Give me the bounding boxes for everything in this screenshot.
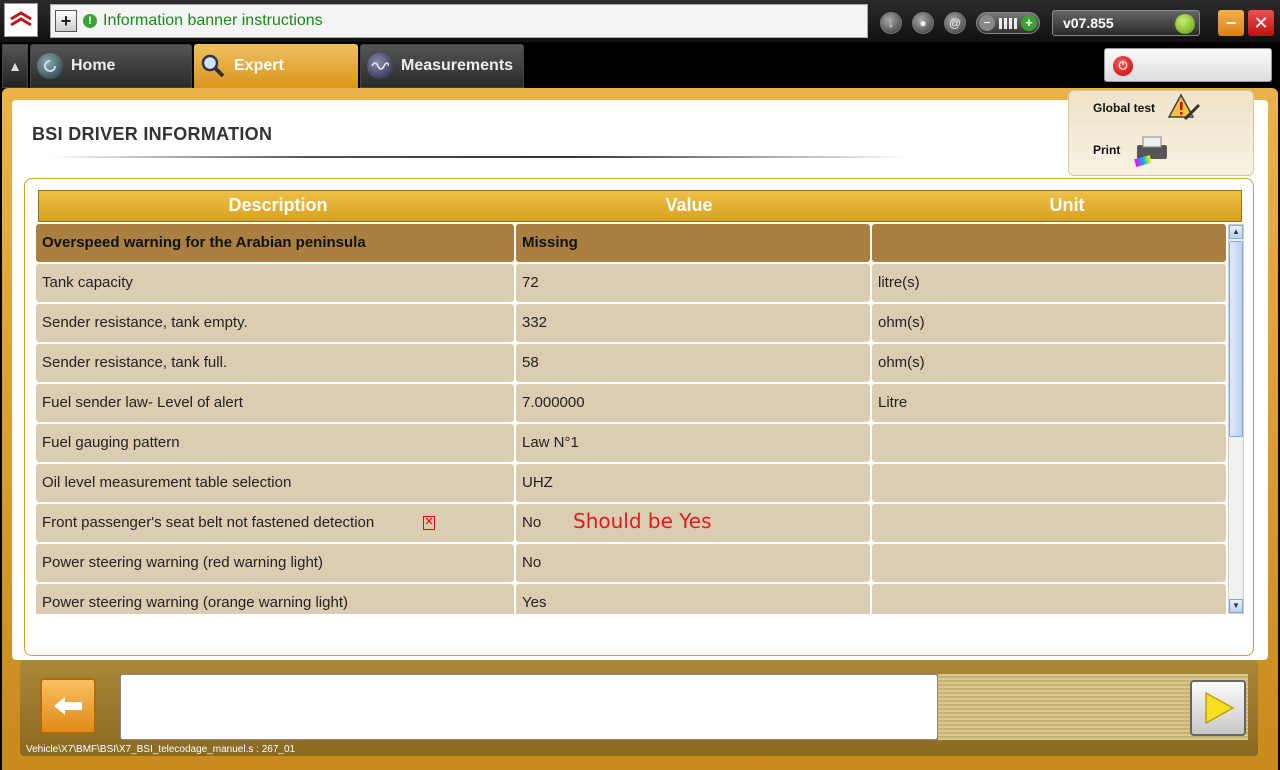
tab-measurements-label: Measurements <box>401 57 514 74</box>
expand-plus-icon[interactable]: + <box>55 10 77 32</box>
cell-value: UHZ <box>516 464 870 502</box>
back-button[interactable] <box>40 678 96 734</box>
play-right-icon <box>1205 691 1235 725</box>
cell-value: Law N°1 <box>516 424 870 462</box>
global-test-button[interactable]: Global test <box>1093 101 1155 115</box>
cell-unit <box>872 544 1226 582</box>
scroll-down-chevron-icon[interactable]: ▼ <box>1229 599 1243 613</box>
table-row[interactable]: Oil level measurement table selection UH… <box>36 464 1228 502</box>
cell-value: 7.000000 <box>516 384 870 422</box>
cell-description: Sender resistance, tank empty. <box>36 304 514 342</box>
scroll-up-chevron-icon[interactable]: ▲ <box>1229 225 1243 239</box>
volume-up-icon[interactable]: + <box>1021 15 1037 31</box>
power-icon[interactable]: ⏻ <box>1113 56 1133 76</box>
user-icon[interactable]: ● <box>912 12 934 34</box>
table-row[interactable]: Tank capacity 72 litre(s) <box>36 264 1228 302</box>
print-button[interactable]: Print <box>1093 143 1120 157</box>
cell-value: No <box>516 544 870 582</box>
cell-unit: litre(s) <box>872 264 1226 302</box>
tab-home-label: Home <box>71 57 116 74</box>
header-description: Description <box>228 195 328 215</box>
email-icon[interactable]: @ <box>944 12 966 34</box>
cell-unit <box>872 504 1226 542</box>
session-box[interactable]: ⏻ <box>1104 48 1272 82</box>
cell-value: No Should be Yes <box>516 504 870 542</box>
information-banner: + ! Information banner instructions <box>50 4 868 38</box>
cell-description: Fuel gauging pattern <box>36 424 514 462</box>
page-title: BSI DRIVER INFORMATION <box>32 124 273 144</box>
header-value: Value <box>665 195 713 215</box>
table-header: Description Value Unit <box>38 190 1242 222</box>
banner-text: Information banner instructions <box>103 12 323 29</box>
table-row[interactable]: Overspeed warning for the Arabian penins… <box>36 224 1228 262</box>
version-display: v07.855 <box>1052 10 1200 36</box>
tab-expert[interactable]: Expert <box>194 44 358 88</box>
volume-down-icon[interactable]: − <box>979 15 995 31</box>
volume-control[interactable]: − + <box>976 12 1040 34</box>
red-x-annotation-icon: ✕ <box>423 516 435 530</box>
version-label: v07.855 <box>1063 15 1114 31</box>
table-scrollbar[interactable]: ▲ ▼ <box>1228 224 1244 614</box>
scrollbar-thumb[interactable] <box>1229 241 1243 437</box>
table-row[interactable]: Sender resistance, tank empty. 332 ohm(s… <box>36 304 1228 342</box>
warning-icon[interactable] <box>1165 91 1201 121</box>
message-box <box>120 674 938 740</box>
home-icon <box>37 53 63 79</box>
tab-expert-label: Expert <box>234 57 284 74</box>
header-unit: Unit <box>1049 195 1085 215</box>
table-body[interactable]: Overspeed warning for the Arabian penins… <box>36 224 1228 614</box>
arrow-left-icon <box>54 697 82 715</box>
table-row[interactable]: Power steering warning (red warning ligh… <box>36 544 1228 582</box>
cell-unit <box>872 464 1226 502</box>
table-row[interactable]: Front passenger's seat belt not fastened… <box>36 504 1228 542</box>
status-path: Vehicle\X7\BMF\BSI\X7_BSI_telecodage_man… <box>26 744 296 755</box>
table-row[interactable]: Sender resistance, tank full. 58 ohm(s) <box>36 344 1228 382</box>
connection-status-icon[interactable] <box>1175 14 1195 34</box>
tab-home[interactable]: Home <box>30 44 192 88</box>
waveform-icon <box>367 53 393 79</box>
minimize-button[interactable]: − <box>1218 10 1244 36</box>
cell-unit: ohm(s) <box>872 304 1226 342</box>
citroen-logo-icon <box>4 3 38 37</box>
cell-description: Overspeed warning for the Arabian penins… <box>36 224 514 262</box>
tab-measurements[interactable]: Measurements <box>360 44 524 88</box>
cell-unit <box>872 424 1226 462</box>
magnifier-icon <box>200 53 226 79</box>
annotation-text: Should be Yes <box>573 509 712 533</box>
top-bar: + ! Information banner instructions ↓ ● … <box>0 0 1280 42</box>
close-button[interactable]: ✕ <box>1248 10 1274 36</box>
info-icon: ! <box>83 14 97 28</box>
cell-description-text: Front passenger's seat belt not fastened… <box>42 514 375 531</box>
table-row[interactable]: Power steering warning (orange warning l… <box>36 584 1228 614</box>
cell-description: Sender resistance, tank full. <box>36 344 514 382</box>
cell-unit: Litre <box>872 384 1226 422</box>
printer-icon[interactable] <box>1131 133 1173 167</box>
cell-description: Tank capacity <box>36 264 514 302</box>
cell-description: Front passenger's seat belt not fastened… <box>36 504 514 542</box>
download-icon[interactable]: ↓ <box>880 12 902 34</box>
cell-description: Power steering warning (orange warning l… <box>36 584 514 614</box>
action-panel: Global test Print <box>1068 90 1254 176</box>
title-divider <box>48 156 912 158</box>
volume-level-icon <box>999 18 1017 29</box>
cell-unit <box>872 224 1226 262</box>
cell-description: Oil level measurement table selection <box>36 464 514 502</box>
cell-value: 72 <box>516 264 870 302</box>
collapse-chevron-up-icon[interactable]: ▲ <box>2 44 28 88</box>
cell-unit: ohm(s) <box>872 344 1226 382</box>
table-row[interactable]: Fuel sender law- Level of alert 7.000000… <box>36 384 1228 422</box>
cell-unit <box>872 584 1226 614</box>
cell-value: Missing <box>516 224 870 262</box>
cell-description: Power steering warning (red warning ligh… <box>36 544 514 582</box>
tab-bar: ▲ Home Expert Measurements ⏻ <box>0 42 1280 88</box>
cell-value: 58 <box>516 344 870 382</box>
cell-value: 332 <box>516 304 870 342</box>
cell-value-text: No <box>522 514 542 531</box>
cell-value: Yes <box>516 584 870 614</box>
cell-description: Fuel sender law- Level of alert <box>36 384 514 422</box>
next-button[interactable] <box>1190 680 1246 736</box>
table-row[interactable]: Fuel gauging pattern Law N°1 <box>36 424 1228 462</box>
